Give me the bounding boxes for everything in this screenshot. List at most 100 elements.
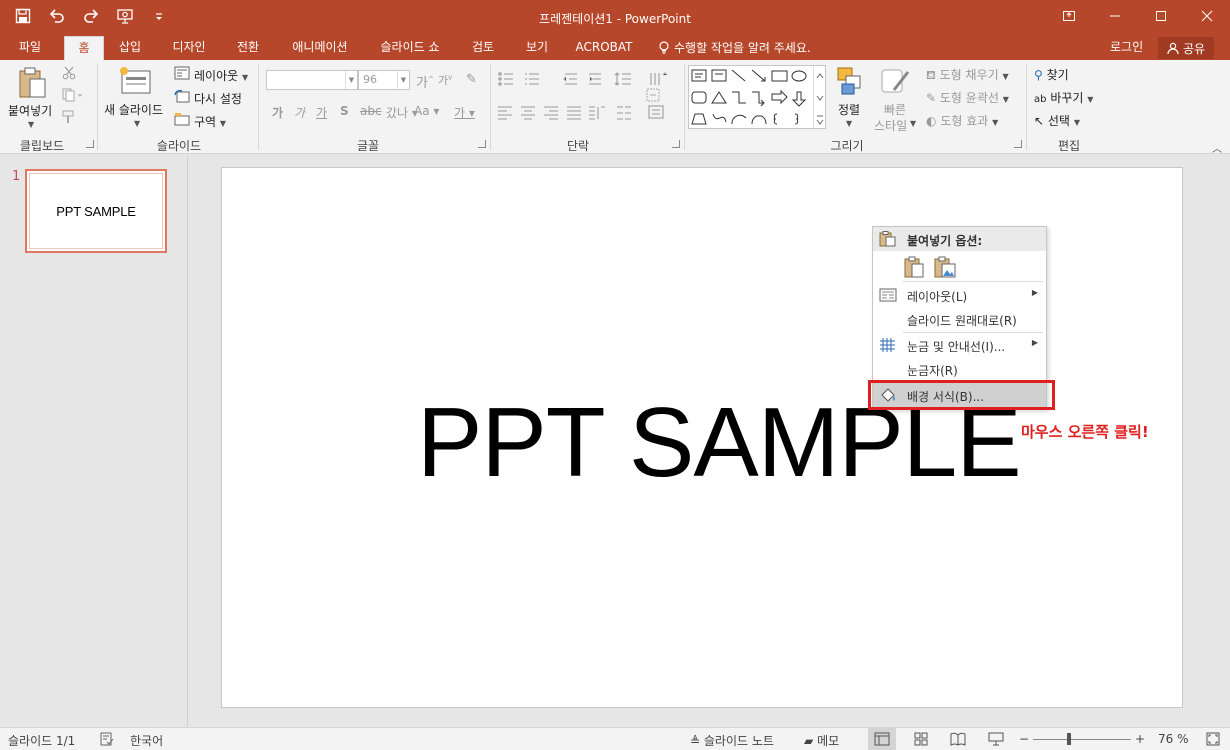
zoom-level[interactable]: 76 % (1158, 732, 1189, 746)
new-slide-button[interactable] (118, 65, 152, 100)
change-case-button[interactable]: Aa ▾ (414, 104, 439, 118)
paste-dropdown-arrow[interactable]: ▼ (28, 120, 34, 129)
menu-item-grid-guides[interactable]: 눈금 및 안내선(I)... ▶ (873, 333, 1046, 357)
italic-button[interactable]: 가 (294, 104, 305, 121)
comments-button[interactable]: ▰ 메모 (804, 732, 839, 749)
paste-button[interactable] (18, 66, 48, 103)
zoom-slider-track[interactable] (1033, 739, 1131, 740)
close-button[interactable] (1184, 0, 1230, 32)
select-button[interactable]: ↖ 선택 ▼ (1034, 112, 1080, 129)
shapes-gallery[interactable] (688, 65, 826, 129)
paste-option-use-destination[interactable] (903, 255, 927, 282)
clear-format-button[interactable]: ✎ (466, 72, 477, 87)
decrease-font-button[interactable]: 가v (438, 72, 452, 88)
reset-button[interactable]: 다시 설정 (194, 90, 242, 107)
login-link[interactable]: 로그인 (1110, 36, 1143, 58)
clipboard-launcher[interactable] (86, 140, 94, 148)
shape-outline-button[interactable]: ✎ 도형 윤곽선 ▼ (926, 89, 1009, 106)
format-painter-button[interactable] (62, 110, 76, 127)
font-color-button[interactable]: 가 ▾ (454, 104, 475, 121)
tab-view[interactable]: 보기 (516, 36, 558, 60)
share-button[interactable]: 공유 (1158, 37, 1214, 59)
vertical-scrollbar[interactable] (1216, 155, 1230, 726)
shadow-button[interactable]: S (340, 104, 349, 118)
zoom-out-button[interactable]: − (1019, 732, 1029, 746)
new-slide-dropdown-arrow[interactable]: ▼ (134, 119, 140, 128)
increase-font-button[interactable]: 가^ (416, 72, 434, 91)
ribbon-display-options-button[interactable] (1046, 0, 1092, 32)
slide-thumbnail[interactable]: PPT SAMPLE (25, 169, 167, 253)
tell-me-box[interactable]: 수행할 작업을 알려 주세요. (658, 36, 811, 60)
copy-button[interactable] (62, 88, 84, 105)
layout-button[interactable]: 레이아웃 ▼ (194, 67, 248, 84)
slide-counter[interactable]: 슬라이드 1/1 (8, 732, 75, 749)
font-launcher[interactable] (478, 140, 486, 148)
paste-label: 붙여넣기 (8, 104, 53, 118)
quick-styles-label-1: 빠른 (884, 103, 907, 117)
arrange-dropdown-arrow[interactable]: ▼ (846, 119, 852, 128)
slide-sorter-button[interactable] (914, 732, 928, 749)
tab-file[interactable]: 파일 (6, 36, 54, 60)
language-indicator[interactable]: 한국어 (130, 732, 163, 749)
quick-styles-button[interactable] (880, 66, 912, 99)
menu-item-layout[interactable]: 레이아웃(L) ▶ (873, 283, 1046, 307)
replace-icon: ab (1034, 94, 1047, 105)
reading-view-icon (950, 732, 966, 746)
close-icon (1201, 10, 1213, 22)
drawing-launcher[interactable] (1014, 140, 1022, 148)
share-label: 공유 (1182, 41, 1206, 56)
paste-option-picture[interactable] (933, 255, 957, 282)
annotation-highlight-box (868, 380, 1055, 410)
arrange-label: 정렬 (838, 103, 861, 117)
slide-number: 1 (12, 169, 21, 184)
arrange-button[interactable] (836, 66, 864, 99)
menu-item-reset-slide[interactable]: 슬라이드 원래대로(R) (873, 307, 1046, 331)
shape-fill-button[interactable]: ⛾ 도형 채우기 ▼ (926, 66, 1009, 84)
layout-icon (174, 66, 190, 83)
shape-effects-button[interactable]: ◐ 도형 효과 ▼ (926, 112, 998, 129)
menu-item-label: 슬라이드 원래대로(R) (907, 314, 1017, 328)
spell-check-icon[interactable] (100, 732, 114, 749)
notes-button[interactable]: ≜ 슬라이드 노트 (690, 732, 774, 749)
replace-button[interactable]: ab 바꾸기 ▼ (1034, 89, 1093, 106)
section-button[interactable]: 구역 ▼ (194, 113, 226, 130)
tab-acrobat[interactable]: ACROBAT (570, 36, 638, 60)
menu-item-ruler[interactable]: 눈금자(R) (873, 357, 1046, 381)
maximize-button[interactable] (1138, 0, 1184, 32)
tab-slideshow[interactable]: 슬라이드 쇼 (370, 36, 450, 60)
bold-button[interactable]: 가 (272, 104, 283, 121)
find-button[interactable]: ⚲ 찾기 (1034, 66, 1069, 83)
find-label: 찾기 (1046, 68, 1069, 82)
shape-outline-label: 도형 윤곽선 (939, 91, 999, 105)
lightbulb-icon (659, 41, 669, 54)
reading-view-button[interactable] (950, 732, 966, 749)
text-direction-icon (646, 88, 666, 105)
minimize-button[interactable] (1092, 0, 1138, 32)
tab-animations[interactable]: 애니메이션 (282, 36, 358, 60)
paste-options-header: 붙여넣기 옵션: (873, 227, 1046, 251)
font-name-combobox[interactable]: ▼ (266, 70, 358, 90)
slideshow-view-button[interactable] (988, 732, 1004, 749)
tab-home[interactable]: 홈 (64, 36, 104, 60)
gallery-scroll[interactable] (813, 66, 825, 128)
quick-styles-dropdown-arrow[interactable]: ▼ (910, 119, 916, 128)
copy-icon (62, 88, 83, 102)
strikethrough-button[interactable]: abc (360, 104, 382, 118)
tab-transitions[interactable]: 전환 (226, 36, 270, 60)
tab-design[interactable]: 디자인 (164, 36, 214, 60)
font-size-combobox[interactable]: 96 ▼ (358, 70, 410, 90)
fit-to-window-button[interactable] (1206, 732, 1220, 749)
zoom-slider-thumb[interactable] (1067, 733, 1071, 745)
paragraph-launcher[interactable] (672, 140, 680, 148)
collapse-ribbon-button[interactable]: ︿ (1212, 140, 1222, 155)
zoom-in-button[interactable]: + (1135, 732, 1145, 746)
tab-insert[interactable]: 삽입 (108, 36, 152, 60)
layout-icon (879, 287, 897, 306)
menu-item-label: 눈금 및 안내선(I)... (907, 340, 1006, 354)
underline-button[interactable]: 가 (316, 104, 327, 121)
normal-view-button[interactable] (868, 728, 896, 750)
pencil-icon: ✎ (926, 91, 937, 105)
tab-review[interactable]: 검토 (462, 36, 504, 60)
effects-icon: ◐ (926, 114, 937, 128)
cut-button[interactable] (62, 66, 76, 83)
